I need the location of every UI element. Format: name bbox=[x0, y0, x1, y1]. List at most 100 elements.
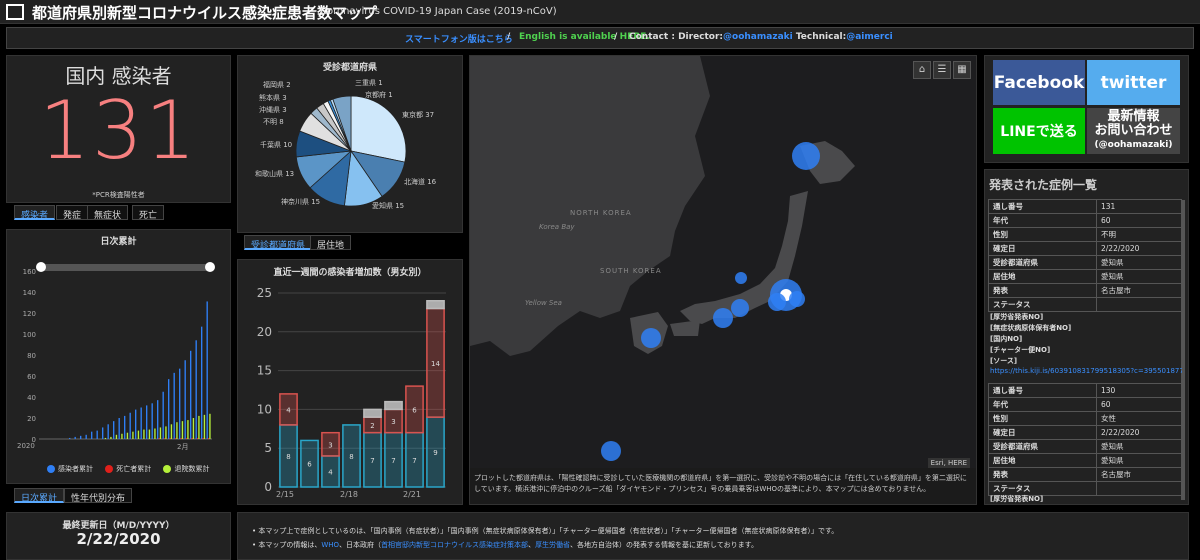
list-icon[interactable]: ☰ bbox=[933, 61, 951, 79]
daily-bar[interactable] bbox=[181, 421, 184, 439]
kantei-link[interactable]: 首相官邸内新型コロナウイルス感染症対策本部 bbox=[381, 541, 528, 549]
daily-bar[interactable] bbox=[203, 414, 206, 439]
case-source-link[interactable]: https://this.kiji.is/603910831799518305?… bbox=[990, 367, 1182, 375]
smartphone-link[interactable]: スマートフォン版はこちら bbox=[405, 32, 513, 45]
daily-bar[interactable] bbox=[74, 436, 76, 439]
daily-bar[interactable] bbox=[207, 437, 210, 439]
daily-bar[interactable] bbox=[154, 428, 156, 440]
daily-bar[interactable] bbox=[202, 437, 204, 439]
bar-segment[interactable] bbox=[363, 408, 382, 418]
daily-bar[interactable] bbox=[173, 372, 175, 439]
daily-bar[interactable] bbox=[191, 437, 193, 439]
daily-bar[interactable] bbox=[185, 437, 188, 439]
daily-bar[interactable] bbox=[121, 433, 123, 439]
tab-age-gender[interactable]: 性年代別分布 bbox=[64, 488, 133, 504]
daily-bar[interactable] bbox=[206, 301, 208, 439]
bar-segment[interactable] bbox=[384, 400, 403, 411]
daily-bar[interactable] bbox=[163, 437, 166, 439]
daily-bar[interactable] bbox=[184, 360, 186, 439]
tab-infected[interactable]: 感染者 bbox=[14, 205, 56, 221]
director-link[interactable]: @oohamazaki bbox=[723, 32, 793, 42]
daily-bar[interactable] bbox=[195, 340, 197, 439]
daily-bar[interactable] bbox=[179, 368, 181, 439]
marker-kanagawa[interactable] bbox=[768, 293, 786, 311]
table-row: 受診都道府県 愛知県 bbox=[988, 255, 1182, 270]
case-key: 年代 bbox=[988, 213, 1097, 228]
daily-bar[interactable] bbox=[196, 437, 199, 439]
daily-bar[interactable] bbox=[126, 432, 129, 439]
daily-bar[interactable] bbox=[187, 420, 189, 439]
daily-bar[interactable] bbox=[118, 418, 120, 439]
daily-bar[interactable] bbox=[165, 426, 167, 439]
daily-bar[interactable] bbox=[91, 431, 93, 439]
daily-bar[interactable] bbox=[168, 379, 170, 439]
daily-bar[interactable] bbox=[137, 430, 140, 439]
map-label-north-korea: NORTH KOREA bbox=[570, 209, 632, 217]
tab-daily-cumulative[interactable]: 日次累計 bbox=[14, 488, 65, 504]
daily-bar[interactable] bbox=[107, 424, 109, 439]
marker-chiba[interactable] bbox=[789, 291, 805, 307]
daily-bar[interactable] bbox=[198, 415, 200, 439]
daily-bar[interactable] bbox=[80, 435, 82, 439]
pie-slice[interactable] bbox=[350, 95, 407, 163]
twitter-button[interactable]: twitter bbox=[1087, 60, 1180, 105]
daily-bar[interactable] bbox=[151, 403, 153, 439]
marker-aichi[interactable] bbox=[731, 299, 749, 317]
map-panel[interactable]: NORTH KOREA Korea Bay SOUTH KOREA Yellow… bbox=[469, 55, 977, 505]
latest-info-button[interactable]: 最新情報 お問い合わせ (@oohamazaki) bbox=[1087, 108, 1180, 154]
daily-bar[interactable] bbox=[190, 350, 192, 439]
marker-ishikawa[interactable] bbox=[735, 272, 747, 284]
daily-bar[interactable] bbox=[176, 422, 178, 439]
home-icon[interactable]: ⌂ bbox=[913, 61, 931, 79]
pie-label: 千葉県 10 bbox=[260, 141, 293, 149]
marker-hokkaido[interactable] bbox=[792, 142, 820, 170]
daily-bar[interactable] bbox=[110, 436, 112, 439]
daily-bar[interactable] bbox=[85, 434, 87, 439]
map-attribution[interactable]: Esri, HERE bbox=[927, 458, 970, 468]
marker-okinawa[interactable] bbox=[601, 441, 621, 461]
daily-bar[interactable] bbox=[159, 427, 162, 439]
range-slider-right-handle[interactable] bbox=[205, 262, 215, 272]
daily-bar[interactable] bbox=[143, 429, 145, 439]
daily-bar[interactable] bbox=[135, 409, 137, 439]
tab-residence[interactable]: 居住地 bbox=[310, 235, 352, 251]
who-link[interactable]: WHO bbox=[321, 541, 339, 549]
tab-asymptomatic[interactable]: 無症状 bbox=[87, 205, 129, 221]
daily-bar[interactable] bbox=[158, 437, 160, 439]
daily-bar[interactable] bbox=[104, 437, 107, 439]
marker-fukuoka[interactable] bbox=[641, 328, 661, 348]
range-slider-left-handle[interactable] bbox=[36, 262, 46, 272]
daily-bar[interactable] bbox=[69, 437, 71, 439]
daily-bar[interactable] bbox=[102, 427, 104, 439]
tab-treatment-prefecture[interactable]: 受診都道府県 bbox=[244, 235, 313, 251]
daily-bar[interactable] bbox=[170, 424, 173, 439]
daily-bar[interactable] bbox=[129, 412, 131, 439]
bar-segment[interactable] bbox=[426, 300, 445, 310]
daily-bar[interactable] bbox=[157, 400, 159, 439]
daily-bar[interactable] bbox=[192, 418, 195, 439]
daily-bar[interactable] bbox=[140, 407, 142, 440]
daily-bar[interactable] bbox=[113, 421, 115, 439]
facebook-button[interactable]: Facebook bbox=[993, 60, 1085, 105]
line-share-button[interactable]: LINEで送る bbox=[993, 108, 1085, 154]
tab-death[interactable]: 死亡 bbox=[132, 205, 165, 221]
tab-onset[interactable]: 発症 bbox=[56, 205, 89, 221]
daily-bar[interactable] bbox=[132, 431, 134, 439]
daily-bar[interactable] bbox=[174, 437, 177, 439]
qr-icon[interactable]: ▦ bbox=[953, 61, 971, 79]
daily-bar[interactable] bbox=[146, 405, 148, 439]
range-slider-track[interactable] bbox=[39, 264, 211, 271]
technical-link[interactable]: @aimerci bbox=[846, 32, 893, 42]
daily-bar[interactable] bbox=[96, 430, 98, 439]
daily-bar[interactable] bbox=[162, 391, 164, 439]
map-canvas[interactable] bbox=[470, 56, 976, 468]
daily-bar[interactable] bbox=[209, 413, 211, 439]
mhlw-link[interactable]: 厚生労働省 bbox=[535, 541, 570, 549]
daily-bar[interactable] bbox=[148, 429, 151, 439]
daily-bar[interactable] bbox=[169, 437, 171, 439]
daily-bar[interactable] bbox=[115, 434, 118, 439]
marker-wakayama[interactable] bbox=[713, 308, 733, 328]
daily-bar[interactable] bbox=[124, 415, 126, 439]
daily-bar[interactable] bbox=[180, 437, 182, 439]
daily-bar[interactable] bbox=[201, 326, 203, 439]
